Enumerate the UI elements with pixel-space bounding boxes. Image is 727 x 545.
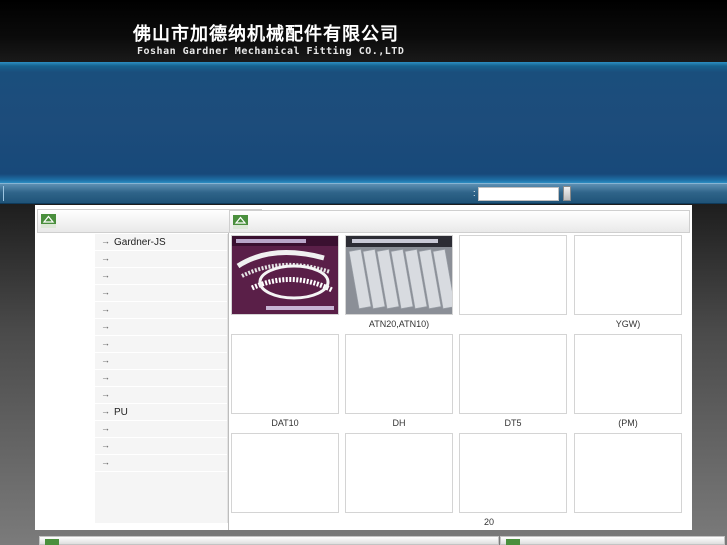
bottom-panel-header-left bbox=[39, 536, 499, 545]
panel-divider bbox=[228, 233, 229, 530]
product-thumbnail[interactable] bbox=[345, 433, 453, 513]
category-item[interactable]: → bbox=[95, 353, 227, 370]
product-thumbnail[interactable] bbox=[459, 334, 567, 414]
house-badge-icon bbox=[45, 539, 59, 545]
product-thumbnail[interactable] bbox=[231, 235, 339, 315]
category-label: Gardner-JS bbox=[114, 237, 166, 248]
page-number[interactable]: 20 bbox=[484, 517, 494, 527]
category-item[interactable]: → bbox=[95, 319, 227, 336]
product-caption[interactable]: YGW) bbox=[574, 319, 682, 331]
house-badge-icon bbox=[41, 214, 56, 228]
arrow-right-icon: → bbox=[101, 338, 110, 348]
category-item[interactable]: → bbox=[95, 387, 227, 404]
product-caption[interactable] bbox=[459, 319, 567, 331]
search-input[interactable] bbox=[478, 187, 559, 201]
product-thumbnail[interactable] bbox=[574, 433, 682, 513]
product-thumbnail[interactable] bbox=[574, 235, 682, 315]
product-caption[interactable] bbox=[574, 517, 682, 529]
cleated-belt-segments-photo bbox=[346, 236, 452, 314]
arrow-right-icon: → bbox=[101, 270, 110, 280]
category-item[interactable]: → bbox=[95, 455, 227, 472]
product-caption[interactable]: (PM) bbox=[574, 418, 682, 430]
category-item[interactable]: → bbox=[95, 285, 227, 302]
category-item[interactable]: → bbox=[95, 268, 227, 285]
search-label: : bbox=[473, 188, 476, 198]
main-content: → Gardner-JS → → → → → → → → → → PU → → → ATN20,ATN10) Y… bbox=[35, 205, 692, 530]
product-caption[interactable] bbox=[459, 517, 567, 529]
product-caption[interactable]: DH bbox=[345, 418, 453, 430]
nav-divider bbox=[3, 186, 4, 201]
category-item[interactable]: → Gardner-JS bbox=[95, 234, 227, 251]
product-thumbnail[interactable] bbox=[459, 433, 567, 513]
company-name-en: Foshan Gardner Mechanical Fitting CO.,LT… bbox=[137, 46, 405, 57]
white-timing-belt-photo bbox=[232, 236, 338, 314]
category-item[interactable]: → bbox=[95, 302, 227, 319]
arrow-right-icon: → bbox=[101, 321, 110, 331]
product-caption[interactable]: ATN20,ATN10) bbox=[345, 319, 453, 331]
arrow-right-icon: → bbox=[101, 287, 110, 297]
product-thumbnail[interactable] bbox=[231, 433, 339, 513]
category-label: PU bbox=[114, 407, 128, 418]
product-thumbnail[interactable] bbox=[345, 334, 453, 414]
site-header: 佛山市加德纳机械配件有限公司 Foshan Gardner Mechanical… bbox=[0, 0, 727, 62]
arrow-right-icon: → bbox=[101, 457, 110, 467]
category-item[interactable]: → bbox=[95, 421, 227, 438]
arrow-right-icon: → bbox=[101, 304, 110, 314]
product-caption[interactable]: DAT10 bbox=[231, 418, 339, 430]
category-item[interactable]: → bbox=[95, 251, 227, 268]
product-caption[interactable] bbox=[231, 319, 339, 331]
house-badge-icon bbox=[506, 539, 520, 545]
company-name-cn: 佛山市加德纳机械配件有限公司 bbox=[133, 24, 399, 45]
product-panel-header bbox=[229, 210, 690, 233]
product-thumbnail[interactable] bbox=[345, 235, 453, 315]
category-item[interactable]: → bbox=[95, 438, 227, 455]
category-item[interactable]: → PU bbox=[95, 404, 227, 421]
arrow-right-icon: → bbox=[101, 406, 110, 416]
product-caption[interactable] bbox=[231, 517, 339, 529]
category-item[interactable]: → bbox=[95, 370, 227, 387]
product-thumbnail[interactable] bbox=[231, 334, 339, 414]
category-list: → Gardner-JS → → → → → → → → → → PU → → → bbox=[95, 234, 228, 523]
sidebar-spacer bbox=[35, 233, 95, 530]
arrow-right-icon: → bbox=[101, 355, 110, 365]
arrow-right-icon: → bbox=[101, 372, 110, 382]
arrow-right-icon: → bbox=[101, 440, 110, 450]
product-thumbnail[interactable] bbox=[459, 235, 567, 315]
arrow-right-icon: → bbox=[101, 389, 110, 399]
house-badge-icon bbox=[233, 215, 248, 229]
arrow-right-icon: → bbox=[101, 236, 110, 246]
product-caption[interactable]: DT5 bbox=[459, 418, 567, 430]
banner bbox=[0, 62, 727, 183]
product-thumbnail[interactable] bbox=[574, 334, 682, 414]
bottom-panel-header-right bbox=[500, 536, 725, 545]
arrow-right-icon: → bbox=[101, 253, 110, 263]
product-caption[interactable] bbox=[345, 517, 453, 529]
search-button[interactable] bbox=[563, 186, 571, 201]
arrow-right-icon: → bbox=[101, 423, 110, 433]
nav-bar: : bbox=[0, 183, 727, 204]
category-item[interactable]: → bbox=[95, 336, 227, 353]
